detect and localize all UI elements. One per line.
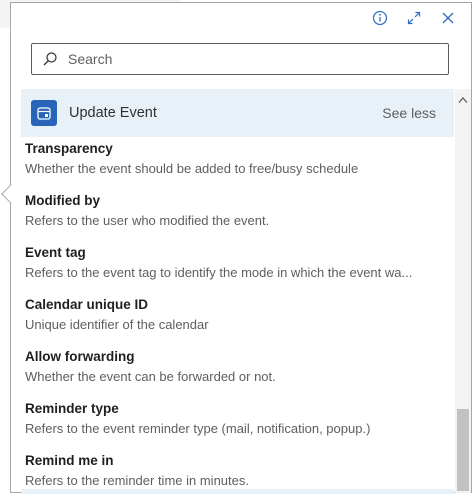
dynamic-content-panel: Update Event See less Transparency Wheth…: [10, 2, 472, 494]
item-description: Refers to the event reminder type (mail,…: [25, 421, 371, 436]
list-item[interactable]: Remind me in Refers to the reminder time…: [25, 449, 455, 493]
search-icon: [32, 51, 68, 67]
see-less-link[interactable]: See less: [382, 105, 436, 121]
list-item[interactable]: Modified by Refers to the user who modif…: [25, 189, 455, 241]
list-item[interactable]: Transparency Whether the event should be…: [25, 137, 455, 189]
item-title: Calendar unique ID: [25, 297, 149, 312]
search-input[interactable]: [68, 45, 448, 73]
scrollbar[interactable]: [455, 89, 471, 493]
item-description: Refers to the event tag to identify the …: [25, 265, 413, 280]
item-title: Modified by: [25, 193, 100, 208]
item-title: Transparency: [25, 141, 113, 156]
close-icon[interactable]: [439, 9, 457, 27]
panel-header-icons: [371, 9, 457, 27]
calendar-icon: [31, 100, 57, 126]
chevron-up-icon[interactable]: [457, 95, 469, 105]
dynamic-content-list: Transparency Whether the event should be…: [25, 137, 455, 493]
scrollbar-thumb[interactable]: [457, 409, 469, 491]
item-description: Whether the event should be added to fre…: [25, 161, 359, 176]
item-title: Event tag: [25, 245, 86, 260]
item-title: Remind me in: [25, 453, 114, 468]
list-item[interactable]: Reminder type Refers to the event remind…: [25, 397, 455, 449]
item-title: Allow forwarding: [25, 349, 135, 364]
item-description: Refers to the reminder time in minutes.: [25, 473, 249, 488]
action-header-update-event[interactable]: Update Event See less: [21, 89, 454, 137]
item-description: Whether the event can be forwarded or no…: [25, 369, 276, 384]
list-item[interactable]: Allow forwarding Whether the event can b…: [25, 345, 455, 397]
next-section-edge: [21, 489, 454, 494]
item-description: Unique identifier of the calendar: [25, 317, 209, 332]
list-item[interactable]: Event tag Refers to the event tag to ide…: [25, 241, 455, 293]
action-title: Update Event: [69, 105, 157, 121]
list-item[interactable]: Calendar unique ID Unique identifier of …: [25, 293, 455, 345]
item-title: Reminder type: [25, 401, 119, 416]
search-box: [31, 43, 449, 75]
info-icon[interactable]: [371, 9, 389, 27]
item-description: Refers to the user who modified the even…: [25, 213, 270, 228]
expand-icon[interactable]: [405, 9, 423, 27]
